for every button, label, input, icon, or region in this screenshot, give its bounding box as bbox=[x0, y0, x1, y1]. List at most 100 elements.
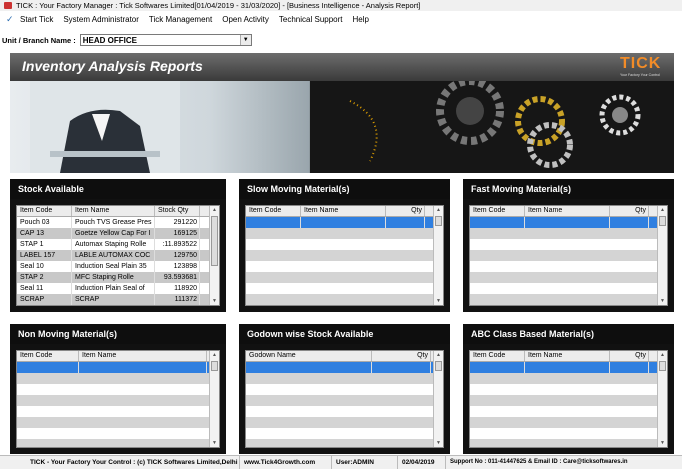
scroll-thumb[interactable] bbox=[435, 216, 442, 226]
col-qty[interactable]: Qty bbox=[372, 351, 431, 361]
table-row[interactable]: LABEL 157 LABLE AUTOMAX COC 129750 bbox=[17, 250, 219, 261]
vertical-scrollbar[interactable]: ▲ ▼ bbox=[433, 206, 443, 305]
table-row[interactable] bbox=[246, 250, 443, 261]
col-item-code[interactable]: Item Code bbox=[17, 206, 72, 216]
chevron-down-icon[interactable]: ▼ bbox=[239, 35, 251, 45]
table-row[interactable] bbox=[17, 373, 219, 384]
table-row[interactable] bbox=[470, 428, 667, 439]
table-row[interactable] bbox=[470, 217, 667, 228]
scroll-up-icon[interactable]: ▲ bbox=[658, 351, 667, 359]
table-row[interactable] bbox=[470, 406, 667, 417]
vertical-scrollbar[interactable]: ▲ ▼ bbox=[657, 351, 667, 447]
table-row[interactable] bbox=[246, 272, 443, 283]
col-stock-qty[interactable]: Stock Qty bbox=[155, 206, 200, 216]
table-row[interactable] bbox=[246, 239, 443, 250]
table-row[interactable] bbox=[246, 217, 443, 228]
table-row[interactable] bbox=[17, 439, 219, 447]
menu-help[interactable]: Help bbox=[353, 15, 369, 24]
table-row[interactable]: Seal 11 Induction Plain Seal of 118920 bbox=[17, 283, 219, 294]
scroll-down-icon[interactable]: ▼ bbox=[434, 297, 443, 305]
vertical-scrollbar[interactable]: ▲ ▼ bbox=[209, 351, 219, 447]
scroll-thumb[interactable] bbox=[211, 361, 218, 371]
menu-open-activity[interactable]: Open Activity bbox=[222, 15, 269, 24]
table-row[interactable] bbox=[17, 362, 219, 373]
col-item-code[interactable]: Item Code bbox=[470, 351, 525, 361]
table-row[interactable] bbox=[470, 239, 667, 250]
table-row[interactable]: Seal 10 Induction Seal Plain 35 123898 bbox=[17, 261, 219, 272]
table-row[interactable] bbox=[246, 283, 443, 294]
col-item-name[interactable]: Item Name bbox=[79, 351, 207, 361]
abc-class-grid[interactable]: Item Code Item Name Qty ▲ ▼ bbox=[469, 350, 668, 448]
table-row[interactable] bbox=[246, 261, 443, 272]
scroll-up-icon[interactable]: ▲ bbox=[434, 351, 443, 359]
col-item-name[interactable]: Item Name bbox=[525, 351, 610, 361]
table-row[interactable] bbox=[17, 428, 219, 439]
table-row[interactable] bbox=[246, 228, 443, 239]
col-godown-name[interactable]: Godown Name bbox=[246, 351, 372, 361]
scroll-down-icon[interactable]: ▼ bbox=[658, 439, 667, 447]
table-row[interactable]: SCRAP SCRAP 111372 bbox=[17, 294, 219, 305]
table-row[interactable] bbox=[470, 395, 667, 406]
table-row[interactable]: Pouch 03 Pouch TVS Grease Pres 291220 bbox=[17, 217, 219, 228]
table-row[interactable] bbox=[470, 261, 667, 272]
scroll-thumb[interactable] bbox=[435, 361, 442, 371]
table-row[interactable] bbox=[246, 439, 443, 447]
col-item-code[interactable]: Item Code bbox=[246, 206, 301, 216]
non-moving-grid[interactable]: Item Code Item Name ▲ ▼ bbox=[16, 350, 220, 448]
col-item-name[interactable]: Item Name bbox=[525, 206, 610, 216]
table-row[interactable] bbox=[17, 395, 219, 406]
menu-tick-management[interactable]: Tick Management bbox=[149, 15, 212, 24]
slow-moving-grid[interactable]: Item Code Item Name Qty ▲ ▼ bbox=[245, 205, 444, 306]
scroll-up-icon[interactable]: ▲ bbox=[658, 206, 667, 214]
col-item-name[interactable]: Item Name bbox=[72, 206, 155, 216]
unit-branch-select[interactable]: HEAD OFFICE ▼ bbox=[79, 34, 252, 46]
table-row[interactable] bbox=[17, 384, 219, 395]
table-row[interactable] bbox=[470, 294, 667, 305]
scroll-thumb[interactable] bbox=[659, 216, 666, 226]
table-row[interactable]: STAP 1 Automax Staping Rolle:11.893522 bbox=[17, 239, 219, 250]
table-row[interactable] bbox=[246, 406, 443, 417]
table-row[interactable] bbox=[246, 395, 443, 406]
table-row[interactable] bbox=[470, 373, 667, 384]
col-item-code[interactable]: Item Code bbox=[470, 206, 525, 216]
table-row[interactable] bbox=[246, 417, 443, 428]
vertical-scrollbar[interactable]: ▲ ▼ bbox=[209, 206, 219, 305]
scroll-up-icon[interactable]: ▲ bbox=[434, 206, 443, 214]
scroll-up-icon[interactable]: ▲ bbox=[210, 351, 219, 359]
menu-start-tick[interactable]: Start Tick bbox=[20, 15, 53, 24]
col-qty[interactable]: Qty bbox=[610, 351, 649, 361]
scroll-down-icon[interactable]: ▼ bbox=[210, 439, 219, 447]
table-row[interactable] bbox=[470, 250, 667, 261]
scroll-down-icon[interactable]: ▼ bbox=[658, 297, 667, 305]
col-item-code[interactable]: Item Code bbox=[17, 351, 79, 361]
table-row[interactable] bbox=[470, 439, 667, 447]
table-row[interactable] bbox=[17, 406, 219, 417]
table-row[interactable] bbox=[17, 417, 219, 428]
table-row[interactable] bbox=[470, 384, 667, 395]
table-row[interactable] bbox=[470, 283, 667, 294]
table-row[interactable] bbox=[470, 417, 667, 428]
vertical-scrollbar[interactable]: ▲ ▼ bbox=[657, 206, 667, 305]
table-row[interactable] bbox=[470, 272, 667, 283]
table-row[interactable]: CAP 13 Goetze Yellow Cap For I 169125 bbox=[17, 228, 219, 239]
table-row[interactable] bbox=[470, 228, 667, 239]
table-row[interactable] bbox=[246, 373, 443, 384]
godown-stock-grid[interactable]: Godown Name Qty ▲ ▼ bbox=[245, 350, 444, 448]
table-row[interactable] bbox=[246, 384, 443, 395]
stock-available-grid[interactable]: Item Code Item Name Stock Qty Pouch 03 Po… bbox=[16, 205, 220, 306]
menu-system-administrator[interactable]: System Administrator bbox=[63, 15, 139, 24]
vertical-scrollbar[interactable]: ▲ ▼ bbox=[433, 351, 443, 447]
col-item-name[interactable]: Item Name bbox=[301, 206, 386, 216]
fast-moving-grid[interactable]: Item Code Item Name Qty ▲ ▼ bbox=[469, 205, 668, 306]
scroll-up-icon[interactable]: ▲ bbox=[210, 206, 219, 214]
scroll-thumb[interactable] bbox=[659, 361, 666, 371]
col-qty[interactable]: Qty bbox=[386, 206, 425, 216]
menu-technical-support[interactable]: Technical Support bbox=[279, 15, 343, 24]
table-row[interactable] bbox=[470, 362, 667, 373]
col-qty[interactable]: Qty bbox=[610, 206, 649, 216]
scroll-down-icon[interactable]: ▼ bbox=[210, 297, 219, 305]
table-row[interactable] bbox=[246, 428, 443, 439]
scroll-thumb[interactable] bbox=[211, 216, 218, 266]
table-row[interactable]: STAP 2 MFC Staping Rolle 93.593681 bbox=[17, 272, 219, 283]
table-row[interactable] bbox=[246, 362, 443, 373]
